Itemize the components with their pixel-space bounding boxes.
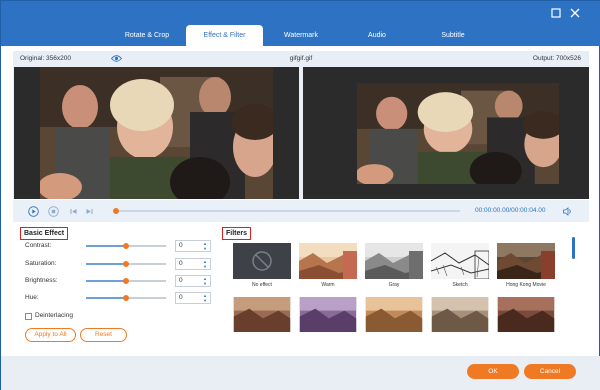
- saturation-stepper-icon[interactable]: ▲ ▼: [202, 259, 208, 269]
- filter-thumbnail[interactable]: [299, 297, 357, 332]
- saturation-input[interactable]: 0 ▲ ▼: [175, 258, 211, 270]
- brightness-input[interactable]: 0 ▲ ▼: [175, 275, 211, 287]
- filter-label-hong-kong-movie: Hong Kong Movie: [506, 282, 546, 288]
- tab-audio[interactable]: Audio: [339, 25, 415, 46]
- timeline-handle[interactable]: [113, 208, 119, 214]
- deinterlacing-checkbox[interactable]: [25, 313, 32, 320]
- brightness-slider[interactable]: [86, 278, 166, 284]
- filter-hong-kong-movie[interactable]: [497, 243, 555, 279]
- ok-button[interactable]: OK: [467, 364, 519, 379]
- editor-window: Rotate & Crop Effect & Filter Watermark …: [0, 0, 600, 390]
- brightness-stepper-icon[interactable]: ▲ ▼: [202, 276, 208, 286]
- previous-frame-icon[interactable]: [68, 206, 79, 217]
- filter-thumbnail[interactable]: [431, 297, 489, 332]
- playback-time: 00:00:00.00/00:00:04.00: [475, 207, 546, 214]
- brightness-label: Brightness:: [25, 277, 58, 284]
- output-size: Output: 700x526: [532, 55, 581, 62]
- title-bar: Rotate & Crop Effect & Filter Watermark …: [1, 1, 600, 46]
- filter-label-gray: Gray: [388, 282, 400, 288]
- maximize-icon[interactable]: [550, 7, 562, 19]
- timeline-track[interactable]: [115, 210, 460, 212]
- tab-subtitle[interactable]: Subtitle: [415, 25, 491, 46]
- filter-thumbnail[interactable]: [497, 297, 555, 332]
- tab-effect-filter[interactable]: Effect & Filter: [186, 25, 263, 46]
- filter-sketch[interactable]: [431, 243, 489, 279]
- filter-thumbnail[interactable]: [233, 297, 291, 332]
- volume-icon[interactable]: [562, 206, 573, 217]
- filter-label-warm: Warm: [321, 282, 335, 288]
- saturation-slider-knob[interactable]: [123, 261, 129, 267]
- saturation-label: Saturation:: [25, 260, 57, 267]
- contrast-input[interactable]: 0 ▲ ▼: [175, 240, 211, 252]
- file-name: gifgif.gif: [289, 55, 313, 62]
- filter-label-sketch: Sketch: [452, 282, 468, 288]
- saturation-slider[interactable]: [86, 261, 166, 267]
- close-icon[interactable]: [569, 7, 581, 19]
- next-frame-icon[interactable]: [84, 206, 95, 217]
- basic-effect-title: Basic Effect: [20, 227, 69, 240]
- filters-title: Filters: [222, 227, 252, 240]
- tab-watermark[interactable]: Watermark: [263, 25, 339, 46]
- hue-input[interactable]: 0 ▲ ▼: [175, 292, 211, 304]
- hue-stepper-icon[interactable]: ▲ ▼: [202, 293, 208, 303]
- reset-button[interactable]: Reset: [80, 328, 127, 342]
- brightness-slider-knob[interactable]: [123, 278, 129, 284]
- tab-rotate-crop[interactable]: Rotate & Crop: [109, 25, 185, 46]
- contrast-slider[interactable]: [86, 243, 166, 249]
- filter-warm[interactable]: [299, 243, 357, 279]
- original-video-frame: [40, 67, 273, 199]
- play-icon[interactable]: [28, 206, 39, 217]
- contrast-stepper-icon[interactable]: ▲ ▼: [202, 241, 208, 251]
- stop-icon[interactable]: [48, 206, 59, 217]
- deinterlacing-label: Deinterlacing: [35, 312, 73, 319]
- filter-gray[interactable]: [365, 243, 423, 279]
- filters-scrollbar[interactable]: [572, 237, 575, 259]
- apply-to-all-button[interactable]: Apply to All: [25, 328, 76, 342]
- filter-no-effect[interactable]: [233, 243, 291, 279]
- hue-label: Hue:: [25, 294, 39, 301]
- filter-label-no-effect: No effect: [252, 282, 272, 288]
- hue-slider-knob[interactable]: [123, 295, 129, 301]
- cancel-button[interactable]: Cancel: [524, 364, 576, 379]
- info-bar: Original: 356x200 gifgif.gif Output: 700…: [13, 51, 589, 66]
- contrast-slider-knob[interactable]: [123, 243, 129, 249]
- filter-thumbnail[interactable]: [365, 297, 423, 332]
- hue-slider[interactable]: [86, 295, 166, 301]
- contrast-label: Contrast:: [25, 242, 52, 249]
- output-video-frame: [357, 83, 559, 184]
